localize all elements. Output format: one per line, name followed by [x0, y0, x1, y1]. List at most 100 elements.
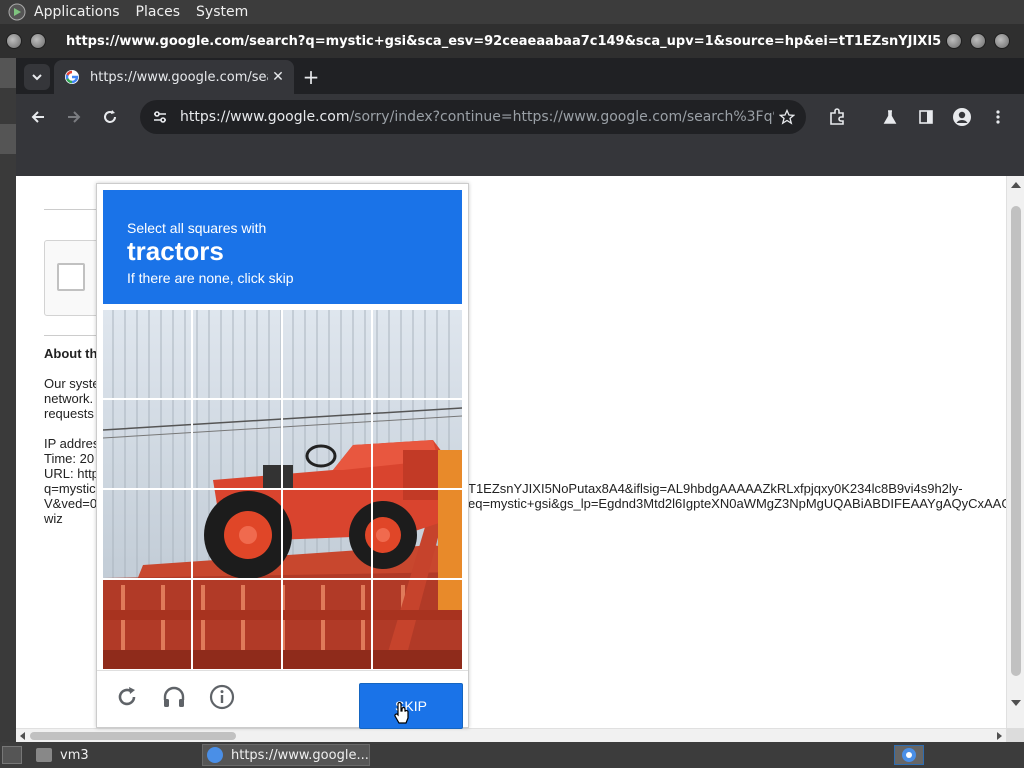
applications-logo-icon[interactable]: [8, 3, 26, 21]
profile-button[interactable]: [947, 102, 977, 132]
url-path: /sorry/index?continue=https://www.google…: [349, 109, 774, 125]
bookmark-star-icon[interactable]: [774, 104, 800, 130]
challenge-tile-5[interactable]: [103, 400, 193, 490]
window-menu-button[interactable]: [6, 33, 22, 49]
menu-applications[interactable]: Applications: [34, 4, 120, 20]
back-button[interactable]: [23, 102, 53, 132]
challenge-tile-12[interactable]: [373, 490, 462, 580]
challenge-tile-7[interactable]: [283, 400, 373, 490]
browser-toolbar: https://www.google.com/sorry/index?conti…: [16, 94, 1024, 140]
window-maximize-button[interactable]: [970, 33, 986, 49]
site-info-tune-icon[interactable]: [146, 103, 174, 131]
url-overflow-text: eq=mystic+gsi&gs_lp=Egdnd3Mtd2l6IgpteXN0…: [468, 496, 1006, 511]
toolbar-spacer: [16, 140, 1024, 176]
forward-arrow-icon: [68, 111, 81, 123]
challenge-tile-13[interactable]: [103, 580, 193, 669]
back-arrow-icon: [31, 111, 44, 123]
challenge-image-grid: [103, 310, 462, 669]
url-line: URL: http: [44, 466, 99, 481]
desktop-background: [0, 58, 16, 742]
instruction-text: Select all squares with: [127, 220, 267, 236]
labs-button[interactable]: [875, 102, 905, 132]
top-panel: Applications Places System: [0, 0, 1024, 24]
challenge-tile-9[interactable]: [103, 490, 193, 580]
challenge-footer: SKIP: [97, 670, 468, 729]
divider: [44, 335, 100, 336]
menu-system[interactable]: System: [196, 4, 248, 20]
home-folder-icon: [36, 748, 52, 762]
side-panel-icon: [919, 110, 933, 124]
background-window-edge: [0, 124, 16, 154]
challenge-tile-4[interactable]: [373, 310, 462, 400]
horizontal-scroll-thumb[interactable]: [30, 732, 236, 740]
background-window-edge: [0, 58, 16, 88]
chevron-down-icon: [32, 74, 42, 81]
horizontal-scrollbar[interactable]: [16, 728, 1006, 742]
reload-button[interactable]: [95, 102, 125, 132]
forward-button[interactable]: [59, 102, 89, 132]
window-title-bar[interactable]: https://www.google.com/search?q=mystic+g…: [0, 24, 1024, 58]
account-avatar-icon: [953, 108, 971, 126]
audio-icon[interactable]: [160, 683, 188, 711]
workspace-switcher[interactable]: vm3: [36, 745, 89, 765]
info-icon[interactable]: [208, 683, 236, 711]
challenge-tile-10[interactable]: [193, 490, 283, 580]
body-text: requests: [44, 406, 94, 421]
body-text: Our syste: [44, 376, 100, 391]
about-heading: About th: [44, 346, 98, 361]
scroll-right-arrow-icon[interactable]: [997, 732, 1002, 740]
browser-tab[interactable]: https://www.google.com/sea ✕: [54, 60, 294, 94]
tab-title: https://www.google.com/sea: [90, 69, 268, 85]
url-line: q=mystic: [44, 481, 96, 496]
taskbar-chrome-window[interactable]: https://www.google...: [202, 744, 370, 766]
instruction-target: tractors: [127, 236, 224, 266]
divider: [44, 209, 100, 210]
vertical-scrollbar[interactable]: [1006, 176, 1024, 728]
flask-icon: [883, 110, 897, 124]
recaptcha-checkbox[interactable]: [57, 263, 85, 291]
chrome-icon: [207, 747, 223, 763]
window-minimize-button[interactable]: [946, 33, 962, 49]
url-host: https://www.google.com: [180, 109, 350, 125]
challenge-tile-8[interactable]: [373, 400, 462, 490]
google-favicon-icon: [65, 70, 79, 84]
tray-chrome-icon[interactable]: [894, 745, 924, 765]
challenge-tile-11[interactable]: [283, 490, 373, 580]
reload-icon[interactable]: [113, 683, 141, 711]
challenge-tile-3[interactable]: [283, 310, 373, 400]
extensions-button[interactable]: [822, 102, 852, 132]
window-close-button[interactable]: [994, 33, 1010, 49]
window-title: https://www.google.com/search?q=mystic+g…: [66, 33, 942, 49]
challenge-tile-14[interactable]: [193, 580, 283, 669]
scrollbar-corner: [1006, 728, 1024, 742]
instruction-hint: If there are none, click skip: [127, 270, 294, 286]
challenge-tile-1[interactable]: [103, 310, 193, 400]
window-shade-button[interactable]: [30, 33, 46, 49]
scroll-left-arrow-icon[interactable]: [20, 732, 25, 740]
vertical-scroll-thumb[interactable]: [1011, 206, 1021, 676]
tab-search-button[interactable]: [24, 64, 50, 90]
address-bar[interactable]: https://www.google.com/sorry/index?conti…: [140, 100, 806, 134]
body-text: network.: [44, 391, 94, 406]
scroll-down-arrow-icon[interactable]: [1011, 700, 1021, 706]
skip-button[interactable]: SKIP: [359, 683, 463, 729]
challenge-instructions: Select all squares with tractors If ther…: [103, 190, 462, 304]
new-tab-button[interactable]: +: [298, 64, 324, 90]
scroll-up-arrow-icon[interactable]: [1011, 182, 1021, 188]
side-panel-button[interactable]: [911, 102, 941, 132]
tab-close-icon[interactable]: ✕: [268, 67, 288, 87]
time-line: Time: 20: [44, 451, 95, 466]
address-bar-url[interactable]: https://www.google.com/sorry/index?conti…: [180, 109, 774, 125]
url-line: wiz: [44, 511, 63, 526]
show-desktop-button[interactable]: [2, 746, 22, 764]
url-overflow-text: T1EZsnYJIXI5NoPutax8A4&iflsig=AL9hbdgAAA…: [468, 481, 963, 496]
challenge-tile-16[interactable]: [373, 580, 462, 669]
bottom-taskbar: vm3 https://www.google...: [0, 742, 1024, 768]
challenge-tile-2[interactable]: [193, 310, 283, 400]
workspace-label: vm3: [60, 747, 89, 763]
chrome-menu-button[interactable]: [983, 102, 1013, 132]
menu-places[interactable]: Places: [136, 4, 181, 20]
challenge-tile-15[interactable]: [283, 580, 373, 669]
challenge-tile-6[interactable]: [193, 400, 283, 490]
kebab-menu-icon: [996, 110, 1000, 124]
